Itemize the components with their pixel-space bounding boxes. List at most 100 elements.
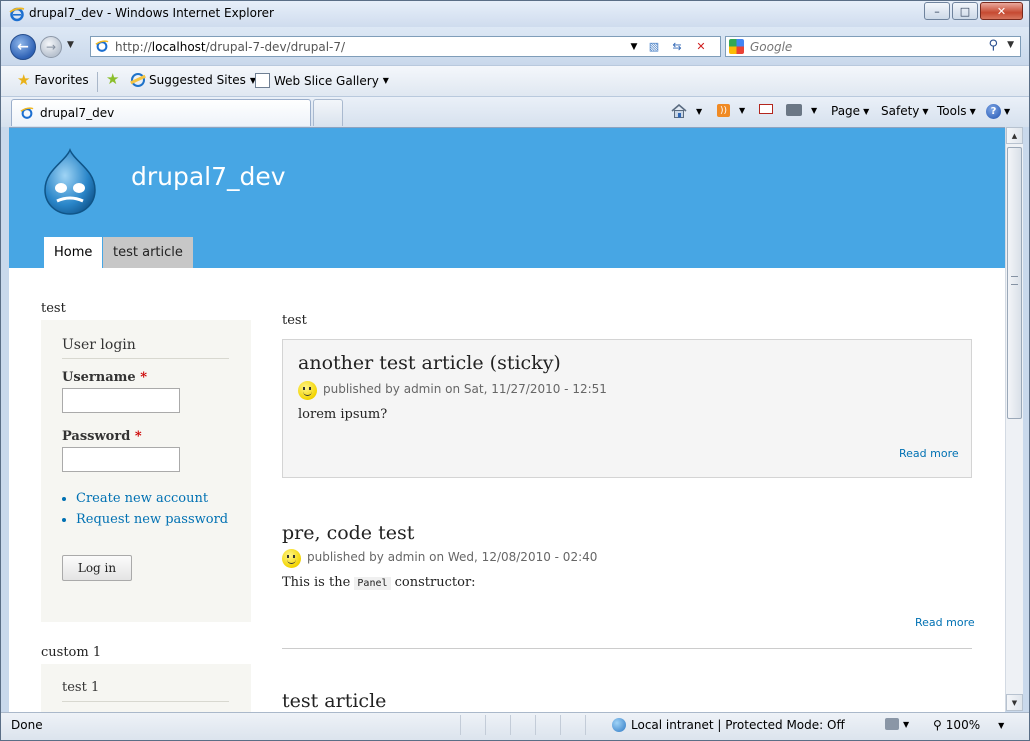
- stop-icon[interactable]: ✕: [691, 38, 711, 55]
- web-slice-icon: [255, 73, 270, 88]
- maximize-button[interactable]: □: [952, 2, 978, 20]
- search-input[interactable]: [748, 38, 982, 56]
- ie-page-icon: [95, 40, 109, 52]
- user-login-block: User login Username * Password * Create …: [41, 320, 251, 622]
- privacy-report-button[interactable]: ▼: [885, 718, 909, 730]
- username-field[interactable]: [62, 388, 180, 413]
- tab-bar: drupal7_dev ▼ )) ▼ ▼ Page ▼ Safety ▼ Too…: [1, 96, 1029, 127]
- tools-menu[interactable]: Tools ▼: [937, 104, 976, 118]
- address-dropdown-button[interactable]: ▼: [624, 38, 644, 55]
- security-zone-label: Local intranet | Protected Mode: Off: [631, 718, 845, 732]
- status-bar: Done Local intranet | Protected Mode: Of…: [1, 712, 1029, 740]
- custom-region-title: custom 1: [41, 645, 102, 660]
- tab-home[interactable]: Home: [44, 237, 103, 268]
- tab-test-article[interactable]: test article: [103, 237, 193, 268]
- password-field[interactable]: [62, 447, 180, 472]
- page-viewport: drupal7_dev Home test article test User …: [9, 127, 1005, 712]
- search-box[interactable]: ⚲ ▼: [725, 36, 1021, 57]
- sticky-node: another test article (sticky) published …: [282, 339, 972, 478]
- home-icon: [671, 104, 687, 118]
- forward-button[interactable]: →: [40, 36, 62, 58]
- address-url[interactable]: http://localhost/drupal-7-dev/drupal-7/: [115, 40, 345, 54]
- chevron-down-icon: ▼: [969, 106, 976, 116]
- vertical-scrollbar[interactable]: ▲ ▼: [1005, 127, 1023, 711]
- node-body: This is the Panel constructor:: [282, 575, 476, 590]
- block-divider: [62, 701, 229, 702]
- site-name[interactable]: drupal7_dev: [131, 162, 286, 191]
- node-title[interactable]: test article: [282, 690, 386, 712]
- rss-icon: )): [717, 104, 730, 117]
- compatibility-view-icon[interactable]: ▧: [644, 38, 664, 55]
- back-button[interactable]: ←: [10, 34, 36, 60]
- favorites-label: Favorites: [34, 73, 89, 87]
- scroll-down-button[interactable]: ▼: [1006, 694, 1023, 711]
- ie-page-icon: [20, 107, 34, 119]
- window-title: drupal7_dev - Windows Internet Explorer: [29, 6, 274, 20]
- request-password-link[interactable]: Request new password: [76, 509, 228, 530]
- ie-small-icon: [131, 73, 145, 87]
- address-bar[interactable]: http://localhost/drupal-7-dev/drupal-7/ …: [90, 36, 721, 57]
- feeds-button[interactable]: )) ▼: [717, 104, 745, 117]
- print-button[interactable]: ▼: [786, 104, 817, 116]
- username-label: Username *: [62, 370, 148, 385]
- favorites-divider: [97, 72, 98, 92]
- status-cell: [560, 715, 585, 735]
- search-icon[interactable]: ⚲: [988, 38, 998, 53]
- ie-window: drupal7_dev - Windows Internet Explorer …: [0, 0, 1030, 741]
- chevron-down-icon: ▼: [696, 106, 703, 116]
- minimize-button[interactable]: –: [924, 2, 950, 20]
- search-options-dropdown[interactable]: ▼: [1007, 40, 1014, 50]
- site-header: drupal7_dev Home test article: [9, 128, 1005, 268]
- password-label: Password *: [62, 429, 142, 444]
- node-meta: published by admin on Wed, 12/08/2010 - …: [307, 550, 598, 564]
- recent-pages-dropdown[interactable]: ▼: [67, 40, 74, 50]
- suggested-sites-button[interactable]: Suggested Sites ▼: [131, 73, 256, 87]
- chevron-down-icon: ▼: [1004, 107, 1011, 116]
- status-cell: [460, 715, 485, 735]
- scroll-thumb[interactable]: [1007, 147, 1022, 419]
- node-title[interactable]: another test article (sticky): [298, 352, 561, 374]
- read-more-link[interactable]: Read more: [915, 616, 975, 629]
- node-title[interactable]: pre, code test: [282, 522, 414, 544]
- status-cell: [510, 715, 535, 735]
- log-in-button[interactable]: Log in: [62, 555, 132, 581]
- read-mail-button[interactable]: [759, 104, 773, 114]
- security-zone[interactable]: Local intranet | Protected Mode: Off: [612, 718, 845, 732]
- chevron-down-icon: ▼: [382, 76, 389, 85]
- tab-label: drupal7_dev: [40, 106, 115, 120]
- close-button[interactable]: ✕: [980, 2, 1023, 20]
- login-links: Create new account Request new password: [62, 488, 228, 530]
- block-divider: [62, 358, 229, 359]
- chevron-down-icon: ▼: [922, 106, 929, 116]
- create-account-link[interactable]: Create new account: [76, 488, 228, 509]
- help-icon: ?: [986, 104, 1001, 119]
- read-more-link[interactable]: Read more: [899, 447, 959, 460]
- status-cell: [585, 715, 610, 735]
- status-cell: [535, 715, 560, 735]
- sidebar-region-title: test: [41, 301, 66, 316]
- page-menu[interactable]: Page ▼: [831, 104, 869, 118]
- favorites-button[interactable]: ★ Favorites: [17, 71, 89, 89]
- refresh-icon[interactable]: ⇆: [667, 38, 687, 55]
- home-button[interactable]: ▼: [671, 104, 702, 118]
- custom-block-title: test 1: [62, 680, 100, 695]
- main-region-title: test: [282, 313, 307, 328]
- tab-drupal7-dev[interactable]: drupal7_dev: [11, 99, 311, 126]
- add-to-favorites-button[interactable]: ★: [106, 72, 119, 87]
- new-tab-button[interactable]: [313, 99, 343, 126]
- zoom-level: 100%: [945, 718, 981, 732]
- drupal-logo-icon[interactable]: [39, 148, 101, 216]
- zoom-control[interactable]: ⚲ 100% ▼: [933, 718, 1004, 732]
- scroll-up-button[interactable]: ▲: [1006, 127, 1023, 144]
- node-meta: published by admin on Sat, 11/27/2010 - …: [323, 382, 607, 396]
- web-slice-gallery-button[interactable]: Web Slice Gallery ▼: [255, 73, 389, 88]
- help-menu[interactable]: ? ▼: [986, 104, 1010, 119]
- window-controls: – □ ✕: [924, 2, 1023, 20]
- chevron-down-icon: ▼: [998, 720, 1005, 730]
- safety-menu[interactable]: Safety ▼: [881, 104, 929, 118]
- mail-icon: [759, 104, 773, 114]
- user-login-title: User login: [62, 337, 136, 353]
- favorites-star-icon: ★: [17, 71, 31, 89]
- page-menu-label: Page: [831, 104, 861, 118]
- chevron-down-icon: ▼: [811, 105, 818, 115]
